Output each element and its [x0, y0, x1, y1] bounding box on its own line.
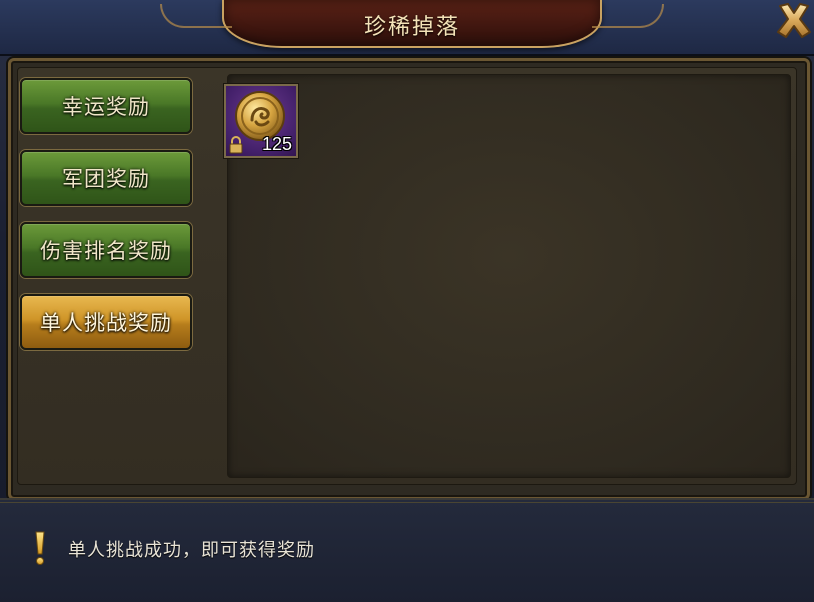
tab-lucky-reward[interactable]: 幸运奖励 — [20, 78, 192, 134]
tab-label: 伤害排名奖励 — [40, 239, 172, 263]
window-header: 珍稀掉落 — [0, 0, 814, 56]
close-icon — [777, 3, 811, 38]
hint-text: 单人挑战成功，即可获得奖励 — [68, 540, 315, 561]
rare-drops-window: 珍稀掉落 幸运奖励 军团奖励 伤害排名奖励 单人挑战奖励 125 单人挑战成功，… — [0, 0, 814, 602]
exclamation-icon — [35, 531, 45, 565]
window-title: 珍稀掉落 — [363, 15, 460, 40]
tab-damage-rank-reward[interactable]: 伤害排名奖励 — [20, 222, 192, 278]
item-count: 125 — [261, 134, 292, 154]
reward-item-slot[interactable]: 125 — [224, 84, 298, 158]
lock-icon — [229, 136, 243, 154]
tab-solo-challenge-reward[interactable]: 单人挑战奖励 — [20, 294, 192, 350]
tab-label: 军团奖励 — [62, 167, 150, 191]
tab-label: 幸运奖励 — [62, 95, 150, 119]
title-plate: 珍稀掉落 — [160, 0, 664, 48]
divider — [0, 502, 814, 503]
tab-legion-reward[interactable]: 军团奖励 — [20, 150, 192, 206]
tab-label: 单人挑战奖励 — [40, 311, 172, 335]
hint-bar: 单人挑战成功，即可获得奖励 — [0, 498, 814, 602]
close-button[interactable] — [772, 0, 814, 42]
reward-items-panel — [227, 74, 791, 478]
